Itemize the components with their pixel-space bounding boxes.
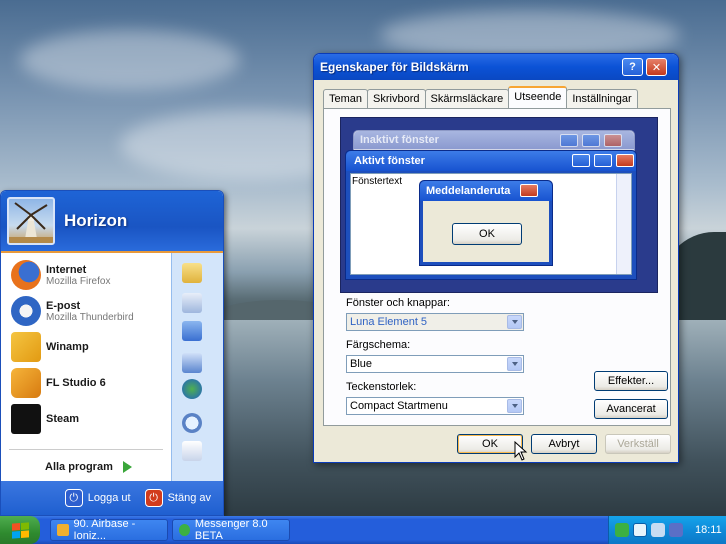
tab-themes[interactable]: Teman	[323, 89, 369, 108]
system-places	[171, 253, 223, 481]
recent-documents-icon[interactable]	[182, 293, 203, 313]
maximize-icon	[594, 154, 612, 167]
system-tray: 18:11	[608, 516, 726, 544]
start-button[interactable]	[0, 516, 40, 544]
apply-button[interactable]: Verkställ	[605, 434, 671, 454]
windows-buttons-select[interactable]: Luna Element 5	[346, 313, 524, 331]
arrow-right-icon	[122, 461, 132, 473]
font-size-select[interactable]: Compact Startmenu	[346, 397, 524, 415]
color-scheme-label: Färgschema:	[346, 339, 411, 351]
messenger-tray-icon[interactable]	[615, 523, 629, 537]
appearance-panel: Inaktivt fönster Aktivt fönster Fönstert…	[323, 108, 671, 426]
close-icon	[604, 134, 622, 147]
taskbar-item-winamp[interactable]: 90. Airbase - Ioniz...	[50, 518, 168, 542]
separator	[9, 449, 164, 450]
windows-logo-icon	[11, 521, 29, 539]
advanced-button[interactable]: Avancerat	[594, 399, 668, 419]
effects-button[interactable]: Effekter...	[594, 371, 668, 391]
power-icon: ⏻	[144, 489, 163, 507]
my-computer-icon[interactable]	[182, 321, 203, 341]
minimize-icon	[572, 154, 590, 167]
logoff-icon: ⏻	[64, 489, 83, 507]
tab-appearance[interactable]: Utseende	[508, 86, 568, 108]
start-menu-header: Horizon	[1, 191, 223, 253]
message-box-preview: Meddelanderuta OK	[419, 180, 553, 266]
start-item-internet[interactable]: Internet Mozilla Firefox	[1, 257, 171, 293]
speaker-tray-icon[interactable]	[651, 523, 665, 537]
pinned-programs: Internet Mozilla Firefox E-post Mozilla …	[1, 253, 172, 481]
steam-icon	[11, 404, 41, 434]
avatar[interactable]	[7, 197, 55, 245]
windows-buttons-label: Fönster och knappar:	[346, 297, 450, 309]
tab-screensaver[interactable]: Skärmsläckare	[424, 89, 510, 108]
window-text: Fönstertext	[352, 176, 403, 187]
font-size-label: Teckenstorlek:	[346, 381, 417, 393]
thunderbird-icon	[11, 296, 41, 326]
tab-settings[interactable]: Inställningar	[566, 89, 638, 108]
firefox-icon	[11, 260, 41, 290]
network-globe-icon[interactable]	[182, 379, 203, 399]
minimize-icon	[560, 134, 578, 147]
color-scheme-select[interactable]: Blue	[346, 355, 524, 373]
start-item-steam[interactable]: Steam	[1, 401, 171, 437]
user-name: Horizon	[64, 211, 128, 230]
preview-ok-button: OK	[452, 223, 522, 245]
clock[interactable]: 18:11	[695, 524, 722, 536]
appearance-preview: Inaktivt fönster Aktivt fönster Fönstert…	[340, 117, 658, 293]
cancel-button[interactable]: Avbryt	[531, 434, 597, 454]
help-button[interactable]: ?	[622, 58, 643, 76]
taskbar-item-messenger[interactable]: Messenger 8.0 BETA	[172, 518, 290, 542]
close-button[interactable]: ✕	[646, 58, 667, 76]
folder-icon[interactable]	[182, 263, 203, 283]
chevron-down-icon	[507, 315, 522, 329]
mouse-cursor-icon	[514, 441, 528, 461]
close-icon	[520, 184, 538, 197]
chevron-down-icon	[507, 399, 522, 413]
winamp-icon	[57, 524, 69, 536]
maximize-icon	[582, 134, 600, 147]
start-item-email[interactable]: E-post Mozilla Thunderbird	[1, 293, 171, 329]
preview-scrollbar	[616, 174, 631, 274]
logoff-button[interactable]: ⏻ Logga ut	[64, 489, 131, 507]
tab-desktop[interactable]: Skrivbord	[367, 89, 426, 108]
start-menu-footer: ⏻ Logga ut ⏻ Stäng av	[1, 481, 223, 515]
start-menu: Horizon Internet Mozilla Firefox E-post …	[0, 190, 224, 516]
display-properties-dialog: Egenskaper för Bildskärm ? ✕ Teman Skriv…	[313, 53, 679, 463]
close-icon	[616, 154, 634, 167]
taskbar: 90. Airbase - Ioniz... Messenger 8.0 BET…	[0, 516, 726, 544]
all-programs-button[interactable]: Alla program	[45, 461, 132, 473]
run-icon[interactable]	[182, 441, 203, 461]
shutdown-button[interactable]: ⏻ Stäng av	[144, 489, 211, 507]
winamp-icon	[11, 332, 41, 362]
security-shield-icon[interactable]	[669, 523, 683, 537]
dialog-title: Egenskaper för Bildskärm	[320, 60, 469, 74]
start-item-winamp[interactable]: Winamp	[1, 329, 171, 365]
network-tray-icon[interactable]	[633, 523, 647, 537]
tab-strip: Teman Skrivbord Skärmsläckare Utseende I…	[323, 86, 638, 108]
control-panel-icon[interactable]	[182, 353, 203, 373]
search-icon[interactable]	[182, 413, 203, 433]
chevron-down-icon	[507, 357, 522, 371]
fl-studio-icon	[11, 368, 41, 398]
messenger-icon	[179, 524, 190, 536]
start-item-fl-studio[interactable]: FL Studio 6	[1, 365, 171, 401]
